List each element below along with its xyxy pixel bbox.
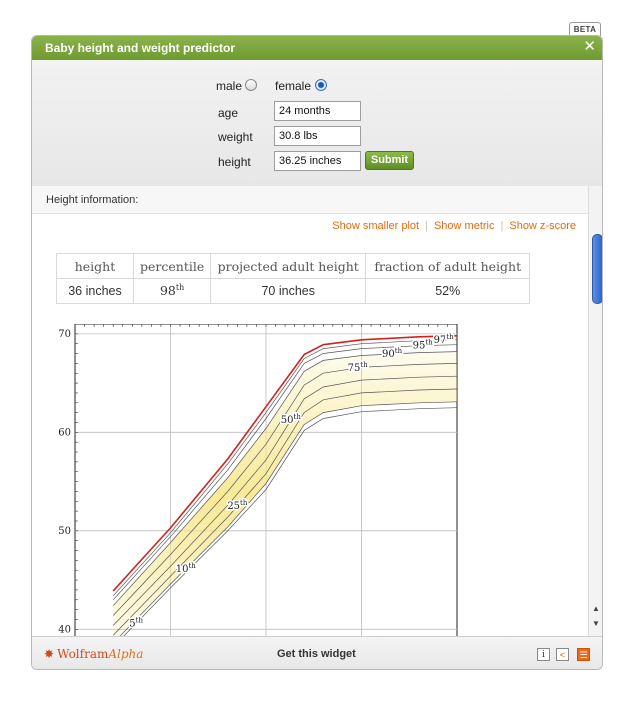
close-icon[interactable]: ✕	[583, 36, 596, 58]
height-input[interactable]	[274, 151, 361, 171]
y-tick-label: 40	[58, 624, 71, 635]
header-fraction-of-adult-height: fraction of adult height	[365, 253, 531, 279]
age-input[interactable]	[274, 101, 361, 121]
section-title: Height information:	[32, 186, 588, 214]
y-tick-label: 70	[58, 329, 71, 340]
wolfram-alpha-logo[interactable]: ✸ WolframAlpha	[44, 647, 143, 661]
male-label: male	[216, 79, 243, 93]
scroll-down-arrow-icon[interactable]: ▼	[592, 619, 600, 628]
y-tick-label: 60	[58, 427, 71, 438]
male-radio[interactable]	[245, 79, 257, 91]
cell-projected-height: 70 inches	[210, 278, 367, 304]
height-info-table: height percentile projected adult height…	[56, 253, 531, 304]
growth-chart: 405060705th10th25th50th75th90th 95th 97th	[58, 324, 458, 636]
height-label: height	[218, 155, 251, 169]
results-scrollbar[interactable]: ▲ ▼	[588, 186, 602, 636]
percentile-suffix: th	[175, 283, 185, 293]
scrollbar-thumb[interactable]	[592, 234, 602, 304]
table-row: 36 inches 98th 70 inches 52%	[56, 278, 531, 304]
submit-button[interactable]: Submit	[365, 151, 414, 170]
result-links: Show smaller plot | Show metric | Show z-sco…	[332, 220, 576, 232]
info-icon[interactable]: i	[537, 648, 550, 661]
link-separator: |	[500, 220, 504, 232]
widget-frame: Baby height and weight predictor ✕ male …	[31, 35, 603, 670]
header-percentile: percentile	[132, 253, 212, 279]
percentile-number: 98	[159, 283, 176, 299]
logo-wolfram-text: Wolfram	[57, 647, 109, 661]
wolfram-star-icon: ✸	[44, 647, 55, 661]
female-radio[interactable]	[315, 79, 327, 91]
widget-footer: ✸ WolframAlpha Get this widget i < ☰	[32, 636, 602, 669]
show-z-score-link[interactable]: Show z-score	[509, 220, 576, 232]
show-smaller-plot-link[interactable]: Show smaller plot	[332, 220, 419, 232]
beta-tab: BETA	[569, 22, 601, 36]
weight-label: weight	[218, 130, 253, 144]
header-projected-adult-height: projected adult height	[210, 253, 367, 279]
show-metric-link[interactable]: Show metric	[434, 220, 495, 232]
get-this-widget-link[interactable]: Get this widget	[277, 648, 356, 660]
widget-title: Baby height and weight predictor	[45, 41, 236, 55]
female-label: female	[275, 79, 312, 93]
logo-alpha-text: Alpha	[108, 647, 144, 661]
cell-height: 36 inches	[56, 278, 134, 304]
cell-percentile: 98th	[132, 278, 212, 304]
cell-fraction: 52%	[365, 278, 531, 304]
share-icon[interactable]: <	[556, 648, 569, 661]
widget-titlebar: Baby height and weight predictor ✕	[32, 36, 602, 60]
embed-icon[interactable]: ☰	[577, 648, 590, 661]
header-height: height	[56, 253, 134, 279]
results-pane: Height information: Show smaller plot | Sh…	[32, 186, 588, 636]
link-separator: |	[425, 220, 428, 232]
age-label: age	[218, 106, 239, 120]
scroll-up-arrow-icon[interactable]: ▲	[592, 604, 600, 613]
table-header-row: height percentile projected adult height…	[56, 253, 531, 279]
weight-input[interactable]	[274, 126, 361, 146]
y-tick-label: 50	[58, 526, 71, 537]
